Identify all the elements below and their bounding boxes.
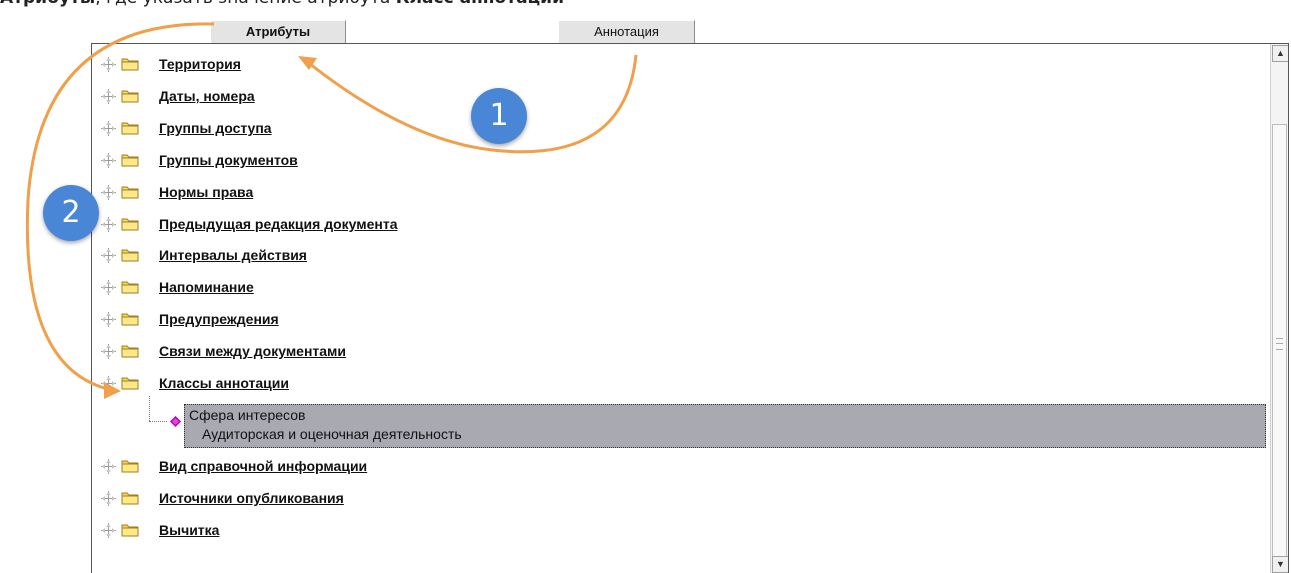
selected-annotation-class[interactable]: Сфера интересов Аудиторская и оценочная … bbox=[184, 404, 1266, 448]
tree-node[interactable]: Группы доступа bbox=[92, 118, 1262, 138]
folder-icon bbox=[121, 376, 139, 390]
tree-node-label[interactable]: Нормы права bbox=[159, 184, 253, 200]
tree-node[interactable]: Вычитка bbox=[92, 520, 1262, 540]
scroll-up-icon[interactable]: ▲ bbox=[1272, 45, 1288, 62]
expand-cross-icon[interactable] bbox=[100, 216, 117, 233]
expand-cross-icon[interactable] bbox=[100, 343, 117, 360]
tree-node-label[interactable]: Интервалы действия bbox=[159, 247, 307, 263]
folder-icon bbox=[121, 217, 139, 231]
folder-icon bbox=[121, 89, 139, 103]
expand-cross-icon[interactable] bbox=[100, 375, 117, 392]
annotation-class-title: Сфера интересов bbox=[189, 407, 306, 423]
folder-icon bbox=[121, 523, 139, 537]
expand-cross-icon[interactable] bbox=[100, 279, 117, 296]
expand-cross-icon[interactable] bbox=[100, 522, 117, 539]
folder-icon bbox=[121, 57, 139, 71]
instruction-prefix: Атрибуты bbox=[0, 0, 95, 8]
tree-node-label[interactable]: Вид справочной информации bbox=[159, 458, 367, 474]
expand-cross-icon[interactable] bbox=[100, 152, 117, 169]
tree-node-label[interactable]: Вычитка bbox=[159, 522, 219, 538]
tree-node[interactable]: Напоминание bbox=[92, 277, 1262, 297]
tree-node[interactable]: Даты, номера bbox=[92, 86, 1262, 106]
tree-node-label[interactable]: Предыдущая редакция документа bbox=[159, 216, 398, 232]
expand-cross-icon[interactable] bbox=[100, 56, 117, 73]
folder-icon bbox=[121, 185, 139, 199]
tree-node[interactable]: Территория bbox=[92, 54, 1262, 74]
expand-cross-icon[interactable] bbox=[100, 458, 117, 475]
expand-cross-icon[interactable] bbox=[100, 120, 117, 137]
expand-cross-icon[interactable] bbox=[100, 490, 117, 507]
tree-node[interactable]: Группы документов bbox=[92, 150, 1262, 170]
instruction-target: Класс аннотации bbox=[396, 0, 564, 8]
tree-node[interactable]: Классы аннотации bbox=[92, 373, 1262, 393]
folder-icon bbox=[121, 153, 139, 167]
tree-node[interactable]: Нормы права bbox=[92, 182, 1262, 202]
scrollbar-thumb[interactable] bbox=[1272, 124, 1287, 572]
step-badge-2: 2 bbox=[43, 185, 99, 241]
instruction-text: Атрибуты, где указать значение атрибута … bbox=[0, 0, 564, 12]
tree-node[interactable]: Связи между документами bbox=[92, 341, 1262, 361]
tree-connector-vertical bbox=[149, 396, 150, 421]
tab-attributes[interactable]: Атрибуты bbox=[210, 20, 346, 44]
tree-node[interactable]: Вид справочной информации bbox=[92, 456, 1262, 476]
diamond-icon bbox=[170, 416, 181, 427]
folder-icon bbox=[121, 344, 139, 358]
attributes-tree-panel: Территория Даты, номера Группы доступа Груп… bbox=[91, 43, 1289, 573]
step-badge-1: 1 bbox=[471, 88, 527, 144]
scroll-down-icon[interactable]: ▼ bbox=[1272, 556, 1288, 573]
expand-cross-icon[interactable] bbox=[100, 88, 117, 105]
expand-cross-icon[interactable] bbox=[100, 184, 117, 201]
folder-icon bbox=[121, 459, 139, 473]
folder-icon bbox=[121, 121, 139, 135]
tree-node-label[interactable]: Связи между документами bbox=[159, 343, 346, 359]
folder-icon bbox=[121, 280, 139, 294]
tree-node-label[interactable]: Даты, номера bbox=[159, 88, 255, 104]
tree-node[interactable]: Интервалы действия bbox=[92, 245, 1262, 265]
tree-node[interactable]: Источники опубликования bbox=[92, 488, 1262, 508]
tree-node[interactable]: Предыдущая редакция документа bbox=[92, 214, 1262, 234]
instruction-middle: , где указать значение атрибута bbox=[95, 0, 395, 8]
scrollbar-grip-icon bbox=[1276, 338, 1283, 350]
folder-icon bbox=[121, 312, 139, 326]
expand-cross-icon[interactable] bbox=[100, 311, 117, 328]
tree-node-label[interactable]: Группы документов bbox=[159, 152, 298, 168]
folder-icon bbox=[121, 491, 139, 505]
expand-cross-icon[interactable] bbox=[100, 247, 117, 264]
tree-node-label[interactable]: Напоминание bbox=[159, 279, 254, 295]
tree-node-label[interactable]: Территория bbox=[159, 56, 241, 72]
tab-annotation[interactable]: Аннотация bbox=[558, 20, 695, 44]
tree-node[interactable]: Предупреждения bbox=[92, 309, 1262, 329]
tree-node-label[interactable]: Классы аннотации bbox=[159, 375, 289, 391]
folder-icon bbox=[121, 248, 139, 262]
vertical-scrollbar[interactable]: ▲ ▼ bbox=[1270, 44, 1288, 573]
tree-node-label[interactable]: Предупреждения bbox=[159, 311, 279, 327]
tree-node-label[interactable]: Источники опубликования bbox=[159, 490, 344, 506]
tree-connector-horizontal bbox=[149, 421, 167, 422]
annotation-class-value: Аудиторская и оценочная деятельность bbox=[202, 426, 462, 442]
tree-node-label[interactable]: Группы доступа bbox=[159, 120, 272, 136]
